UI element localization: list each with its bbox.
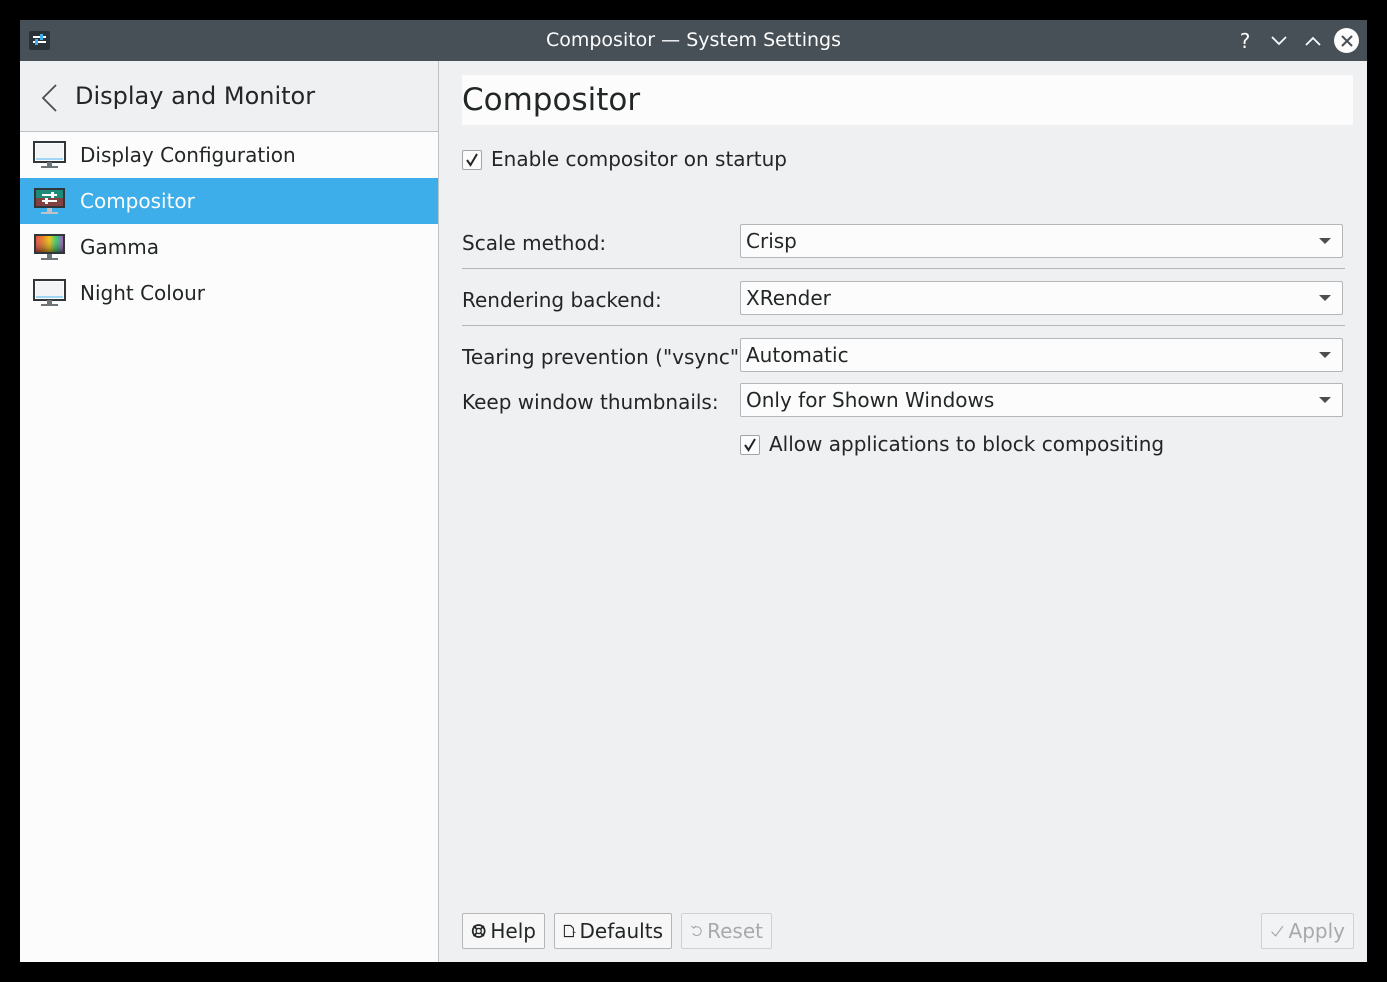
- sidebar-header: Display and Monitor: [20, 61, 438, 132]
- reset-button[interactable]: Reset: [681, 913, 772, 949]
- sidebar-item-label: Gamma: [80, 235, 159, 259]
- monitor-icon: [33, 141, 66, 168]
- combo-value: Crisp: [746, 229, 797, 253]
- close-icon: [1340, 34, 1353, 47]
- checkmark-icon: [1271, 925, 1284, 937]
- dropdown-arrow-icon: [1319, 352, 1331, 358]
- dropdown-arrow-icon: [1319, 295, 1331, 301]
- lifebuoy-icon: [471, 924, 486, 938]
- sidebar-item-label: Display Configuration: [80, 143, 296, 167]
- checkmark-icon: [744, 438, 756, 452]
- dropdown-arrow-icon: [1319, 397, 1331, 403]
- window-title: Compositor — System Settings: [545, 29, 842, 51]
- keep-thumbnails-combo[interactable]: Only for Shown Windows: [740, 383, 1343, 417]
- gamma-icon: [34, 234, 65, 260]
- rendering-backend-label: Rendering backend:: [462, 288, 662, 312]
- scale-method-label: Scale method:: [462, 231, 607, 255]
- apply-button-label: Apply: [1288, 919, 1345, 943]
- rendering-backend-combo[interactable]: XRender: [740, 281, 1343, 315]
- maximize-button[interactable]: [1300, 28, 1326, 54]
- page-title: Compositor: [462, 82, 641, 118]
- apply-button[interactable]: Apply: [1261, 913, 1354, 949]
- combo-value: Automatic: [746, 343, 849, 367]
- tearing-prevention-combo[interactable]: Automatic: [740, 338, 1343, 372]
- chevron-down-icon: [1271, 36, 1287, 46]
- sidebar-item-gamma[interactable]: Gamma: [20, 224, 438, 270]
- document-defaults-icon: [563, 924, 576, 938]
- tearing-prevention-label: Tearing prevention ("vsync"):: [462, 345, 754, 369]
- help-icon[interactable]: ?: [1232, 28, 1258, 54]
- sidebar-item-compositor[interactable]: Compositor: [20, 178, 438, 224]
- help-button[interactable]: Help: [462, 913, 545, 949]
- main-panel: Compositor Enable compositor on startup …: [439, 61, 1367, 962]
- minimize-button[interactable]: [1266, 28, 1292, 54]
- defaults-button-label: Defaults: [579, 919, 664, 943]
- separator: [462, 325, 1345, 326]
- sidebar: Display and Monitor Display Configuratio…: [20, 61, 439, 962]
- back-arrow-icon[interactable]: [40, 83, 60, 113]
- night-colour-icon: [33, 279, 66, 306]
- system-settings-window: Compositor — System Settings ? Display a…: [20, 20, 1367, 962]
- chevron-up-icon: [1305, 36, 1321, 46]
- enable-compositor-checkbox[interactable]: [462, 150, 482, 170]
- page-header: Compositor: [462, 75, 1353, 125]
- sidebar-item-label: Compositor: [80, 189, 195, 213]
- titlebar[interactable]: Compositor — System Settings ?: [20, 20, 1367, 61]
- sidebar-item-night-colour[interactable]: Night Colour: [20, 270, 438, 316]
- reset-button-label: Reset: [707, 919, 763, 943]
- undo-icon: [691, 925, 702, 937]
- combo-value: XRender: [746, 286, 831, 310]
- keep-thumbnails-label: Keep window thumbnails:: [462, 390, 719, 414]
- checkmark-icon: [466, 153, 478, 167]
- enable-compositor-label[interactable]: Enable compositor on startup: [491, 147, 787, 171]
- help-button-label: Help: [490, 919, 536, 943]
- sidebar-item-label: Night Colour: [80, 281, 205, 305]
- compositor-icon: [34, 188, 65, 214]
- sidebar-title: Display and Monitor: [75, 82, 316, 110]
- separator: [462, 268, 1345, 269]
- allow-block-checkbox[interactable]: [740, 435, 760, 455]
- close-button[interactable]: [1334, 28, 1359, 53]
- allow-block-label[interactable]: Allow applications to block compositing: [769, 432, 1164, 456]
- scale-method-combo[interactable]: Crisp: [740, 224, 1343, 258]
- dropdown-arrow-icon: [1319, 238, 1331, 244]
- combo-value: Only for Shown Windows: [746, 388, 995, 412]
- defaults-button[interactable]: Defaults: [554, 913, 672, 949]
- sidebar-item-display-configuration[interactable]: Display Configuration: [20, 132, 438, 178]
